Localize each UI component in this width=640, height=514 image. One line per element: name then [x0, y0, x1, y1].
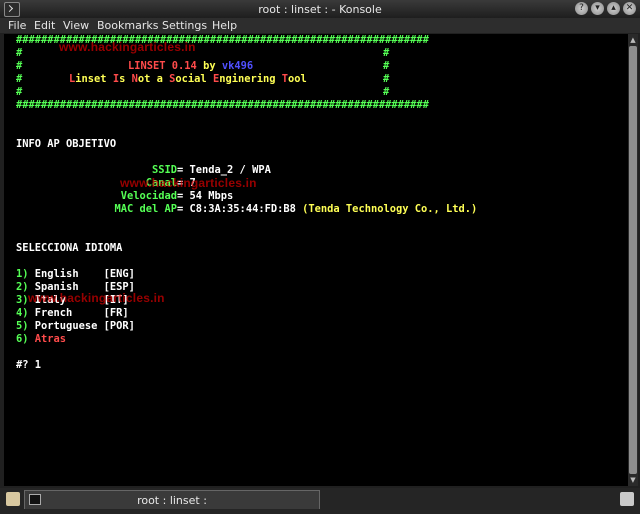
menu-help[interactable]: Help [212, 19, 237, 32]
banner-side-line: # # [16, 47, 390, 59]
menu-file[interactable]: File [8, 19, 26, 32]
banner-border-bottom: ########################################… [16, 99, 429, 111]
language-heading: SELECCIONA IDIOMA [16, 242, 123, 254]
banner-subtitle-line: # # Linset Is Not a Social Enginering Tool [16, 73, 390, 85]
ssid-line: SSID = Tenda_2 / WPA [151, 164, 271, 176]
language-number: 5) [16, 320, 29, 332]
help-icon[interactable]: ? [575, 2, 588, 15]
mac-line: MAC del AP = C8:3A:35:44:FD:B8 (Tenda Tec… [114, 203, 478, 215]
language-code: [FR] [103, 307, 129, 319]
canal-line: Canal = 7 [145, 177, 196, 189]
language-number: 2) [16, 281, 29, 293]
maximize-icon[interactable]: ▴ [607, 2, 620, 15]
subtitle-segment: ool [288, 73, 307, 85]
language-number: 4) [16, 307, 29, 319]
banner-author: vk496 [221, 60, 254, 72]
subtitle-segment: ot a [137, 73, 170, 85]
velocidad-value: 54 Mbps [189, 190, 234, 202]
tab-label: root : linset : [137, 494, 207, 507]
new-tab-icon[interactable] [6, 492, 20, 506]
language-option[interactable]: 1) English [ENG] [16, 268, 135, 281]
velocidad-label: Velocidad [120, 190, 177, 202]
watermark-text-1: www.hackingarticles.in [59, 40, 196, 54]
mac-label: MAC del AP [114, 203, 177, 215]
language-name: French [34, 307, 98, 319]
shell-prompt[interactable]: #? 1 [16, 359, 41, 372]
language-option[interactable]: 4) French [FR] [16, 307, 129, 320]
menu-edit[interactable]: Edit [34, 19, 55, 32]
banner-subtitle: Linset Is Not a Social Enginering Tool [69, 73, 307, 86]
language-option[interactable]: 5) Portuguese [POR] [16, 320, 135, 333]
watermark-text-3: www.hackingarticles.in [28, 291, 165, 305]
info-heading: INFO AP OBJETIVO [16, 138, 117, 150]
subtitle-segment: nginering [219, 73, 282, 85]
tab-session[interactable]: root : linset : [24, 490, 320, 509]
language-name: English [34, 268, 98, 280]
mac-value: C8:3A:35:44:FD:B8 [189, 203, 296, 215]
velocidad-line: Velocidad = 54 Mbps [120, 190, 234, 202]
back-option[interactable]: 6) Atras [16, 333, 66, 346]
terminal-output[interactable]: ########################################… [4, 34, 628, 486]
ssid-value: Tenda_2 / WPA [189, 164, 271, 176]
close-tab-icon[interactable] [620, 492, 634, 506]
vendor-name: (Tenda Technology Co., Ltd.) [302, 203, 478, 215]
back-option-label: Atras [34, 333, 67, 345]
banner-side-line-2: # # [16, 86, 390, 98]
tab-bar: root : linset : [0, 488, 640, 514]
menu-bar: File Edit View Bookmarks Settings Help [0, 18, 640, 33]
menu-bookmarks[interactable]: Bookmarks [97, 19, 158, 32]
subtitle-segment: inset [75, 73, 113, 85]
close-icon[interactable]: ✕ [623, 2, 636, 15]
konsole-window: root : linset : - Konsole ? ▾ ▴ ✕ File E… [0, 0, 640, 514]
window-title: root : linset : - Konsole [258, 3, 382, 16]
menu-settings[interactable]: Settings [162, 19, 207, 32]
language-code: [ENG] [103, 268, 135, 280]
language-number: 1) [16, 268, 29, 280]
language-code: [POR] [103, 320, 135, 332]
banner-title: LINSET 0.14 [128, 60, 197, 72]
title-bar[interactable]: root : linset : - Konsole ? ▾ ▴ ✕ [0, 0, 640, 18]
minimize-icon[interactable]: ▾ [591, 2, 604, 15]
language-name: Portuguese [34, 320, 98, 332]
terminal-scrollbar[interactable]: ▲ ▼ [628, 34, 638, 486]
subtitle-segment: s [119, 73, 132, 85]
subtitle-segment: ocial [175, 73, 213, 85]
language-number: 3) [16, 294, 29, 306]
scrollbar-thumb[interactable] [629, 46, 637, 474]
banner-title-line: # # LINSET 0.14 by vk496 [16, 60, 390, 72]
scroll-up-icon[interactable]: ▲ [629, 36, 637, 44]
watermark-text-2: www.hackingarticles.in [120, 176, 257, 190]
menu-view[interactable]: View [63, 19, 89, 32]
scroll-down-icon[interactable]: ▼ [629, 476, 637, 484]
